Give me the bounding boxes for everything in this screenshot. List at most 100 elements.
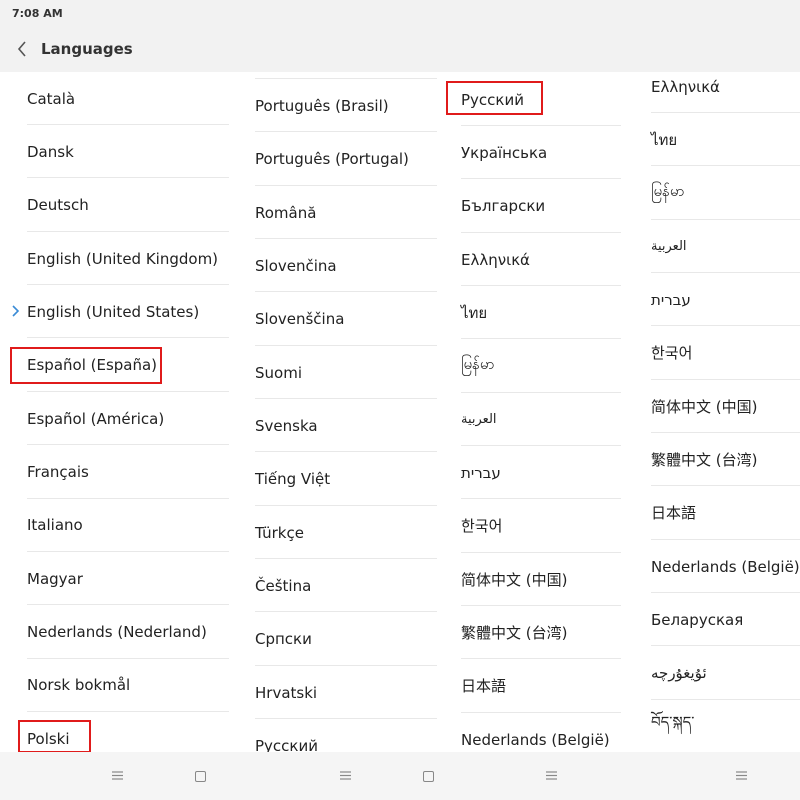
language-item[interactable]: 日本語 <box>651 486 696 539</box>
language-item[interactable]: မြန်မာ <box>461 339 495 392</box>
language-item[interactable]: 简体中文 (中国) <box>461 553 567 606</box>
language-label: Norsk bokmål <box>27 675 131 694</box>
language-item[interactable]: Hrvatski <box>255 666 317 719</box>
language-column-4: Ελληνικά ไทย မြန်မာ العربية עברית 한국어 简体… <box>621 72 800 752</box>
language-item[interactable]: Русский <box>255 719 318 753</box>
language-item[interactable]: 한국어 <box>461 499 502 552</box>
language-item[interactable]: Deutsch <box>27 178 89 231</box>
language-item[interactable]: Dansk <box>27 125 74 178</box>
language-label: བོད་སྐད་ <box>651 712 695 731</box>
language-item[interactable]: 한국어 <box>651 326 692 379</box>
language-item[interactable]: မြန်မာ <box>651 166 685 219</box>
language-label: Slovenčina <box>255 256 337 275</box>
language-item[interactable]: Slovenščina <box>255 292 344 345</box>
language-item[interactable]: Tiếng Việt <box>255 452 330 505</box>
language-item[interactable]: 繁體中文 (台湾) <box>461 606 567 659</box>
language-label: 繁體中文 (台湾) <box>461 624 568 642</box>
highlight-box <box>18 720 91 752</box>
language-item[interactable]: 简体中文 (中国) <box>651 380 757 433</box>
status-time: 7:08 AM <box>12 7 63 20</box>
home-icon[interactable] <box>423 771 434 782</box>
language-label: Français <box>27 462 89 481</box>
language-label: Čeština <box>255 576 312 595</box>
language-item[interactable]: Svenska <box>255 399 318 452</box>
language-label: ไทย <box>461 303 488 322</box>
language-label: Русский <box>255 736 318 753</box>
language-label: Español (América) <box>27 409 165 428</box>
language-label: 日本語 <box>651 504 697 522</box>
language-item[interactable]: Español (América) <box>27 392 164 445</box>
menu-icon[interactable] <box>112 771 123 780</box>
language-item[interactable]: Português (Brasil) <box>255 79 389 132</box>
language-item[interactable]: Norsk bokmål <box>27 658 130 711</box>
menu-icon[interactable] <box>340 771 351 780</box>
language-column-1: Català Dansk Deutsch English (United Kin… <box>0 72 247 752</box>
language-item[interactable]: 日本語 <box>461 659 506 712</box>
language-label: Ελληνικά <box>461 250 530 269</box>
language-label: 繁體中文 (台湾) <box>651 451 758 469</box>
menu-icon[interactable] <box>546 771 557 780</box>
language-label: မြန်မာ <box>461 354 495 373</box>
language-item[interactable]: Српски <box>255 612 312 665</box>
language-label: English (United States) <box>27 302 200 321</box>
language-item[interactable]: Беларуская <box>651 593 743 646</box>
language-label: Slovenščina <box>255 309 345 328</box>
language-item[interactable]: Čeština <box>255 559 311 612</box>
language-label: Deutsch <box>27 195 89 214</box>
language-item[interactable]: ไทย <box>651 113 677 166</box>
language-item-selected[interactable]: English (United States) <box>27 285 199 338</box>
chevron-left-icon[interactable] <box>16 40 28 58</box>
language-label: 日本語 <box>461 677 507 695</box>
language-item[interactable]: Ελληνικά <box>651 72 720 113</box>
language-item[interactable]: ไทย <box>461 286 487 339</box>
language-item[interactable]: العربية <box>461 393 497 446</box>
language-label: Српски <box>255 629 312 648</box>
language-item[interactable]: Nederlands (België) <box>651 540 800 593</box>
language-item[interactable]: Română <box>255 186 316 239</box>
language-label: Ελληνικά <box>651 77 720 96</box>
language-label: Suomi <box>255 363 302 382</box>
language-label: မြန်မာ <box>651 181 685 200</box>
language-item[interactable]: العربية <box>651 220 687 273</box>
chevron-right-icon <box>12 305 20 317</box>
language-item[interactable]: Türkçe <box>255 506 304 559</box>
language-label: Tiếng Việt <box>255 469 331 488</box>
language-label: 简体中文 (中国) <box>461 571 568 589</box>
language-label: Nederlands (Nederland) <box>27 622 207 641</box>
language-item[interactable]: עברית <box>461 446 501 499</box>
language-item[interactable]: English (United Kingdom) <box>27 232 218 285</box>
language-label: 한국어 <box>651 344 693 362</box>
language-item[interactable]: Français <box>27 445 89 498</box>
language-item[interactable]: Nederlands (Nederland) <box>27 605 207 658</box>
language-label: Português (Portugal) <box>255 149 409 168</box>
title-bar: Languages <box>0 26 800 72</box>
language-label: Беларуская <box>651 610 744 629</box>
language-item[interactable]: Slovenčina <box>255 239 337 292</box>
language-column-2: Português (Brasil) Português (Portugal) … <box>247 72 437 752</box>
language-item[interactable]: Português (Portugal) <box>255 132 409 185</box>
language-label: 简体中文 (中国) <box>651 398 758 416</box>
language-item[interactable]: Suomi <box>255 346 302 399</box>
menu-icon[interactable] <box>736 771 747 780</box>
language-item[interactable]: Català <box>27 72 75 125</box>
highlight-box <box>10 347 162 384</box>
language-item[interactable]: Nederlands (België) <box>461 713 610 752</box>
language-label: Italiano <box>27 515 83 534</box>
language-item[interactable]: Ελληνικά <box>461 233 530 286</box>
language-label: עברית <box>651 290 691 309</box>
language-item[interactable]: Magyar <box>27 552 83 605</box>
language-label: Hrvatski <box>255 683 318 702</box>
language-item[interactable]: ئۇيغۇرچە <box>651 646 707 699</box>
language-item[interactable]: Български <box>461 179 545 232</box>
language-item[interactable]: Українська <box>461 126 547 179</box>
language-label: Українська <box>461 143 548 162</box>
language-item[interactable]: 繁體中文 (台湾) <box>651 433 757 486</box>
highlight-box <box>446 81 543 115</box>
language-item[interactable]: བོད་སྐད་ <box>651 700 694 752</box>
home-icon[interactable] <box>195 771 206 782</box>
language-item[interactable]: עברית <box>651 273 691 326</box>
language-label: Català <box>27 89 76 108</box>
language-column-3: Русский Українська Български Ελληνικά ไท… <box>437 72 621 752</box>
language-item[interactable]: Italiano <box>27 498 83 551</box>
language-label: Nederlands (België) <box>651 557 800 576</box>
